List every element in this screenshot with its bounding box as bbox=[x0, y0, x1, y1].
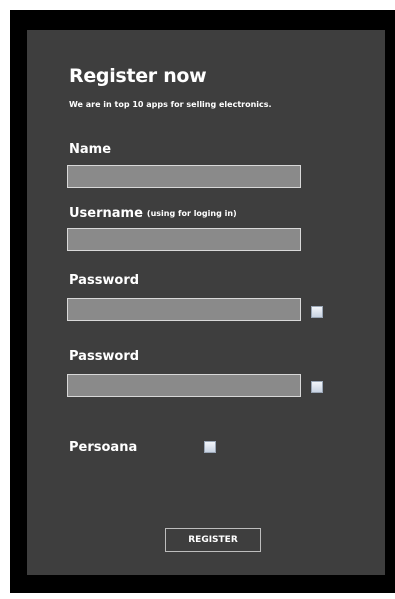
persoana-checkbox[interactable] bbox=[204, 441, 216, 453]
persoana-label: Persoana bbox=[69, 440, 137, 455]
username-hint: (using for loging in) bbox=[146, 209, 237, 218]
persoana-label-text: Persoana bbox=[69, 440, 138, 455]
page-subtitle: We are in top 10 apps for selling electr… bbox=[69, 100, 272, 109]
password-label: Password bbox=[69, 273, 139, 288]
app-window: Register now We are in top 10 apps for s… bbox=[10, 10, 395, 593]
register-button[interactable]: REGISTER bbox=[165, 528, 261, 552]
show-password-checkbox[interactable] bbox=[311, 306, 323, 318]
name-label-text: Name bbox=[69, 142, 112, 157]
register-panel: Register now We are in top 10 apps for s… bbox=[27, 30, 385, 575]
password-input[interactable] bbox=[67, 298, 301, 321]
password-confirm-input[interactable] bbox=[67, 374, 301, 397]
page-title: Register now bbox=[69, 65, 207, 87]
password-confirm-label-text: Password bbox=[69, 349, 140, 364]
password-confirm-label: Password bbox=[69, 349, 139, 364]
username-label-text: Username bbox=[69, 206, 143, 221]
name-label: Name bbox=[69, 142, 111, 157]
username-input[interactable] bbox=[67, 228, 301, 251]
password-label-text: Password bbox=[69, 273, 140, 288]
show-password-confirm-checkbox[interactable] bbox=[311, 381, 323, 393]
username-label: Username (using for loging in) bbox=[69, 206, 237, 221]
name-input[interactable] bbox=[67, 165, 301, 188]
